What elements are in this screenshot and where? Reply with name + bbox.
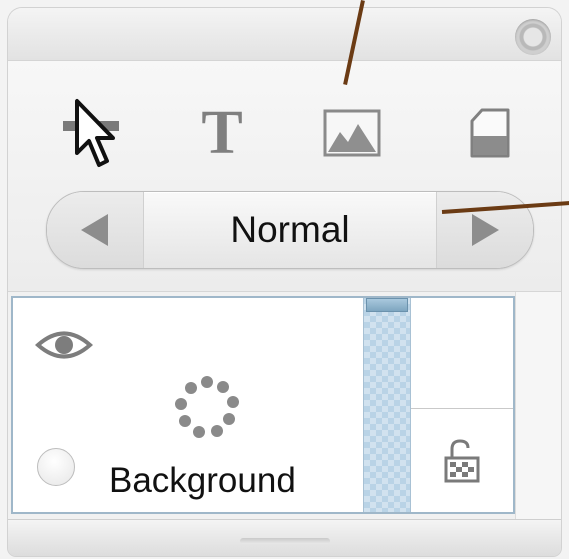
layers-list: Background — [8, 291, 561, 520]
select-tool-button[interactable] — [56, 93, 136, 173]
panel-right-strip — [515, 292, 561, 520]
triangle-left-icon — [81, 214, 108, 246]
resize-grip[interactable] — [239, 538, 330, 544]
layers-panel: T Normal Background — [8, 8, 561, 556]
layer-lock-button[interactable] — [411, 409, 513, 512]
image-icon — [323, 109, 381, 157]
panel-footer — [8, 519, 561, 556]
image-tool-button[interactable] — [312, 93, 392, 173]
layer-options-cell[interactable] — [411, 298, 513, 409]
half-filled-rectangle-icon — [470, 108, 510, 158]
dotted-circle-spinner-icon — [175, 376, 239, 438]
layer-select-radio[interactable] — [37, 448, 75, 486]
text-tool-icon: T — [201, 99, 243, 167]
arrow-pointer-icon — [63, 99, 119, 167]
tool-bar: T Normal — [8, 61, 561, 291]
triangle-right-icon — [472, 214, 499, 246]
panel-titlebar — [8, 8, 561, 61]
layer-name: Background — [109, 461, 296, 500]
eye-icon[interactable] — [35, 328, 93, 362]
layer-row[interactable]: Background — [11, 296, 515, 514]
close-icon[interactable] — [515, 19, 551, 55]
shape-tool-button[interactable] — [450, 93, 530, 173]
blend-mode-value: Normal — [230, 209, 350, 250]
scroll-track[interactable] — [363, 298, 411, 512]
next-mode-button[interactable] — [436, 192, 533, 268]
blend-mode-selector[interactable]: Normal — [46, 191, 534, 269]
text-tool-button[interactable]: T — [182, 93, 262, 173]
previous-mode-button[interactable] — [47, 192, 144, 268]
scroll-thumb[interactable] — [366, 298, 408, 312]
unlocked-padlock-icon — [444, 438, 480, 482]
